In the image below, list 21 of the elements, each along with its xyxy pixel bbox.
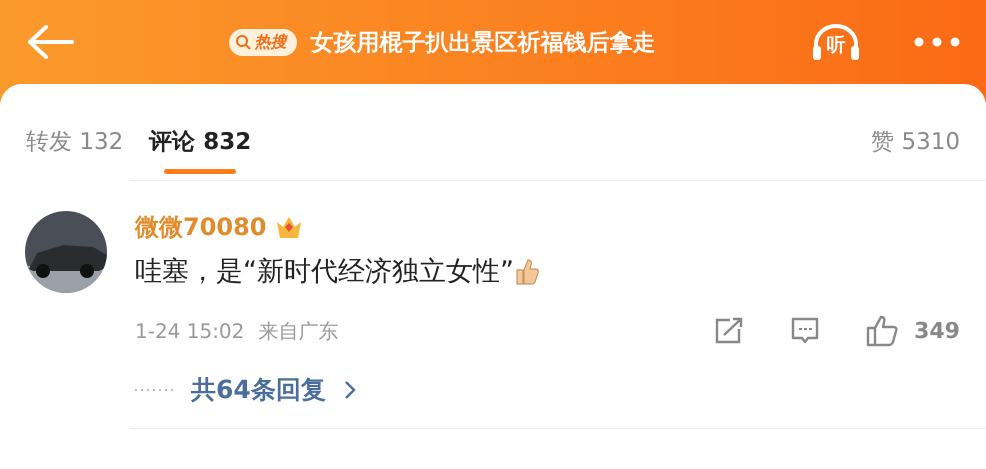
share-icon[interactable]: [714, 317, 744, 345]
badge-label: 热搜: [254, 32, 286, 52]
like-icon[interactable]: [866, 315, 900, 347]
chevron-right-icon[interactable]: [344, 380, 356, 400]
page-title: 女孩用棍子扒出景区祈福钱后拿走: [310, 28, 656, 58]
hot-search-badge[interactable]: 热搜: [228, 28, 296, 56]
back-arrow-icon[interactable]: [26, 25, 74, 59]
comment-location: 来自广东: [258, 318, 338, 344]
tab[interactable]: 赞 5310: [871, 126, 960, 180]
search-icon: [234, 34, 250, 50]
tab[interactable]: 评论 832: [149, 126, 252, 180]
replies-link[interactable]: 共64条回复: [191, 373, 326, 406]
listen-button[interactable]: 听: [810, 20, 862, 64]
comment-text: 哇塞，是“新时代经济独立女性”: [135, 255, 514, 289]
dotted-line: [135, 388, 173, 392]
like-count: 349: [914, 318, 960, 344]
tab[interactable]: 转发 132: [26, 126, 124, 180]
username[interactable]: 微微70080: [135, 211, 266, 243]
comment-time: 1-24 15:02: [135, 319, 244, 343]
comment-icon[interactable]: [790, 316, 820, 346]
more-icon[interactable]: [914, 37, 960, 47]
